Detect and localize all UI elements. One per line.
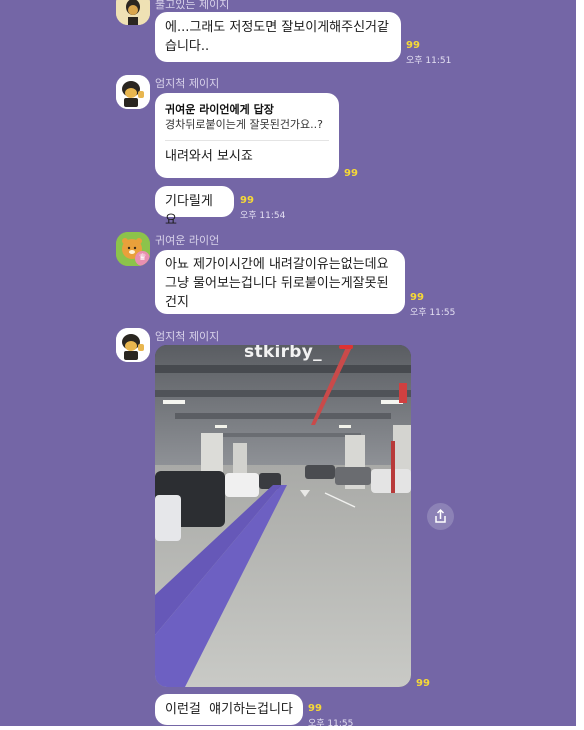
avatar-ryan[interactable]: ♛ bbox=[116, 232, 150, 266]
unread-count: 99 bbox=[344, 168, 358, 179]
unread-count: 99 bbox=[240, 195, 254, 206]
unread-count: 99 bbox=[416, 678, 430, 689]
message-text: 아뇨 제가이시간에 내려갈이유는없는데요 bbox=[165, 257, 389, 272]
message-bubble[interactable]: 이런걸 얘기하는겁니다 bbox=[155, 694, 303, 725]
message-bubble[interactable]: 아뇨 제가이시간에 내려갈이유는없는데요 그냥 물어보는겁니다 뒤로붙이는게잘못… bbox=[155, 250, 405, 314]
message-time: 오후 11:51 bbox=[406, 56, 452, 66]
unread-count: 99 bbox=[308, 703, 322, 714]
chat-room[interactable]: 불고있는 제이지 에...그래도 저정도면 잘보이게해주신거같 습니다.. 99… bbox=[0, 0, 576, 726]
message-text: 기다릴게요 bbox=[165, 194, 213, 228]
avatar-jayg-thumbsup[interactable] bbox=[116, 328, 150, 362]
reply-divider bbox=[165, 140, 329, 141]
reply-quote[interactable]: 경차뒤로붙이는게 잘못된건가요..? bbox=[165, 117, 329, 132]
avatar-jayg-blowing[interactable] bbox=[116, 0, 150, 25]
crown-badge-icon: ♛ bbox=[135, 251, 150, 266]
reply-message-bubble[interactable]: 귀여운 라이언에게 답장 경차뒤로붙이는게 잘못된건가요..? 내려와서 보시죠 bbox=[155, 93, 339, 178]
message-text: 이런걸 얘기하는겁니다 bbox=[165, 702, 293, 717]
unread-count: 99 bbox=[410, 292, 424, 303]
message-text: 습니다.. bbox=[165, 39, 210, 54]
screenshot-border-right bbox=[576, 0, 584, 730]
jayg-thumbsup-icon bbox=[116, 328, 150, 362]
sender-name: 귀여운 라이언 bbox=[155, 234, 220, 247]
share-icon bbox=[435, 508, 446, 523]
message-bubble[interactable]: 에...그래도 저정도면 잘보이게해주신거같 습니다.. bbox=[155, 12, 401, 62]
kakaotalk-chat-screenshot: 불고있는 제이지 에...그래도 저정도면 잘보이게해주신거같 습니다.. 99… bbox=[0, 0, 584, 730]
message-time: 오후 11:54 bbox=[240, 211, 286, 221]
parking-garage-image bbox=[155, 345, 411, 687]
message-time: 오후 11:55 bbox=[410, 308, 456, 318]
jayg-thumbsup-icon bbox=[116, 75, 150, 109]
message-time: 오후 11:55 bbox=[308, 719, 354, 726]
message-text: 건지 bbox=[165, 295, 189, 310]
parking-garage-photo[interactable]: stkirby_ bbox=[155, 345, 411, 687]
message-bubble[interactable]: 기다릴게요 bbox=[155, 186, 234, 228]
sender-name: 엄지척 제이지 bbox=[155, 330, 220, 343]
message-text: 그냥 물어보는겁니다 뒤로붙이는게잘못된 bbox=[165, 276, 389, 291]
sender-name: 엄지척 제이지 bbox=[155, 77, 220, 90]
avatar-jayg-thumbsup[interactable] bbox=[116, 75, 150, 109]
unread-count: 99 bbox=[406, 40, 420, 51]
photo-watermark: stkirby_ bbox=[244, 345, 322, 362]
screenshot-border-bottom bbox=[0, 726, 584, 730]
jayg-icon bbox=[116, 0, 150, 25]
message-text: 에...그래도 저정도면 잘보이게해주신거같 bbox=[165, 20, 389, 35]
message-text: 내려와서 보시죠 bbox=[165, 149, 253, 164]
share-button[interactable] bbox=[427, 503, 454, 530]
sender-name: 불고있는 제이지 bbox=[155, 0, 230, 11]
reply-header: 귀여운 라이언에게 답장 bbox=[165, 103, 274, 116]
